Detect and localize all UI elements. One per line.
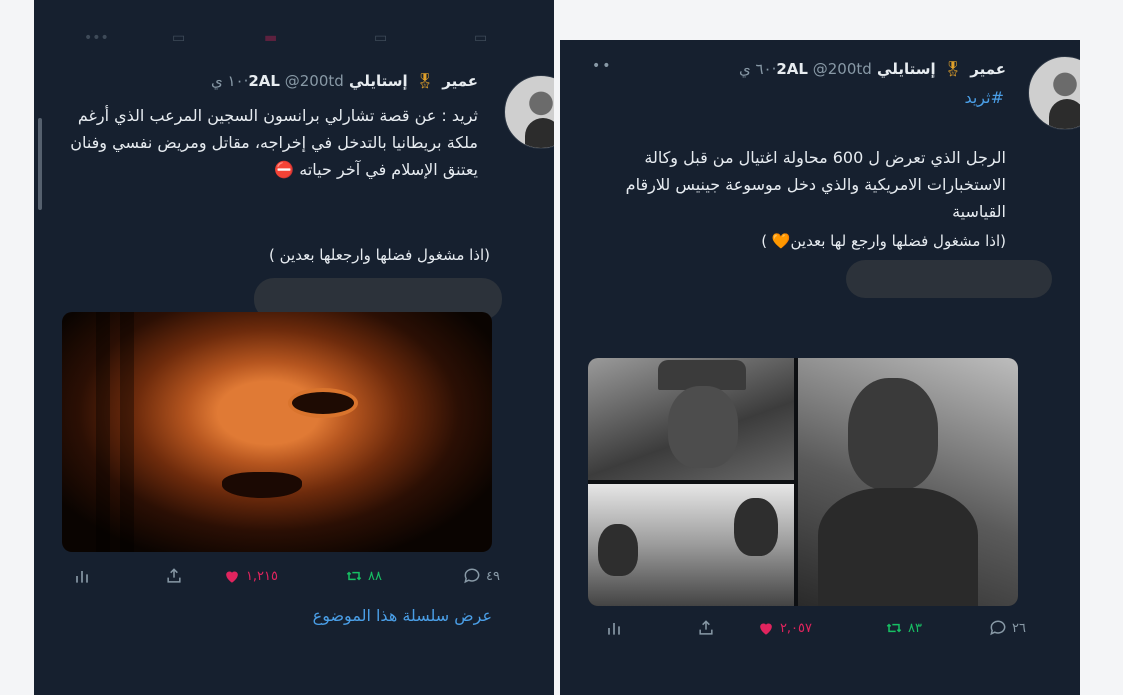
analytics-button[interactable] [72, 566, 92, 586]
reply-count: ٤٩ [486, 568, 500, 584]
photo-body [818, 488, 978, 606]
tweet-card-left[interactable]: ••• ▭ ▬ ▭ ▭ عمير 🎖 إستايلي 2AL @200td·١٠… [34, 0, 554, 695]
like-button[interactable]: ٢,٠٥٧ [756, 618, 812, 638]
like-count: ١,٢١٥ [245, 568, 278, 584]
medal-icon: 🎖 [943, 60, 963, 78]
avatar[interactable] [504, 75, 554, 149]
grid-photo-1[interactable] [588, 358, 794, 480]
ghost-icon-3: ▭ [474, 30, 488, 46]
photo-face [598, 524, 638, 576]
hashtag-link[interactable]: #ثريد [964, 88, 1004, 107]
thread-line [38, 118, 42, 210]
share-icon [167, 568, 181, 583]
heart-icon [760, 623, 772, 635]
timestamp[interactable]: ١٠ ي [211, 72, 244, 90]
analytics-button[interactable] [604, 618, 624, 638]
retweet-count: ٨٣ [908, 620, 922, 636]
reply-button[interactable]: ٤٩ [462, 566, 500, 586]
tweet-header: عمير 🎖 إستايلي 2AL @200td·٦٠ ي [739, 60, 1006, 78]
tweet-header: عمير 🎖 إستايلي 2AL @200td·١٠ ي [211, 72, 478, 90]
tweet-text: الرجل الذي تعرض ل 600 محاولة اغتيال من ق… [625, 148, 1006, 221]
image-mouth [222, 472, 302, 498]
reply-count: ٢٦ [1012, 620, 1026, 636]
display-name[interactable]: عمير [970, 60, 1006, 78]
ghost-icon: ▭ [172, 30, 186, 46]
analytics-icon [76, 571, 88, 583]
tweet-actions: ٢٦ ٨٣ ٢,٠٥٧ [596, 618, 1026, 642]
tweet-subtext: (اذا مشغول فضلها وارجع لها بعدين🧡 ) [761, 232, 1006, 250]
retweet-icon [346, 571, 362, 581]
redacted-area [846, 260, 1052, 298]
grid-photo-2[interactable] [798, 358, 1018, 606]
reply-icon [464, 568, 480, 584]
like-button[interactable]: ١,٢١٥ [222, 566, 278, 586]
retweet-icon [886, 623, 902, 633]
tweet-image[interactable] [62, 312, 492, 552]
avatar[interactable] [1028, 56, 1080, 130]
reply-button[interactable]: ٢٦ [988, 618, 1026, 638]
image-shadow-stripe [120, 312, 134, 552]
heart-icon [226, 571, 238, 583]
retweet-count: ٨٨ [368, 568, 382, 584]
image-eye [292, 392, 354, 414]
like-count: ٢,٠٥٧ [779, 620, 812, 636]
screenshot-collage: ••• ▭ ▬ ▭ ▭ عمير 🎖 إستايلي 2AL @200td·١٠… [0, 0, 1123, 695]
more-dots-icon: ••• [84, 30, 109, 46]
ghost-like-icon: ▬ [264, 30, 278, 46]
tweet-card-right[interactable]: عمير 🎖 إستايلي 2AL @200td·٦٠ ي •• #ثريد … [560, 40, 1080, 695]
tweet-subtext: (اذا مشغول فضلها وارجعلها بعدين ) [269, 246, 490, 264]
reply-icon [990, 620, 1006, 636]
ghost-icon-2: ▭ [374, 30, 388, 46]
analytics-icon [608, 623, 620, 635]
tweet-text: ثريد : عن قصة تشارلي برانسون السجين المر… [70, 106, 478, 179]
handle[interactable]: @200td [285, 72, 344, 90]
previous-tweet-actions-ghost: ••• ▭ ▬ ▭ ▭ [74, 30, 554, 46]
share-icon [699, 620, 713, 635]
photo-face [848, 378, 938, 490]
retweet-button[interactable]: ٨٨ [344, 566, 382, 586]
retweet-button[interactable]: ٨٣ [884, 618, 922, 638]
share-button[interactable] [164, 566, 184, 586]
show-thread-link[interactable]: عرض سلسلة هذا الموضوع [313, 606, 492, 625]
handle[interactable]: @200td [813, 60, 872, 78]
more-dots-icon[interactable]: •• [592, 58, 613, 74]
photo-face [734, 498, 778, 556]
medal-icon: 🎖 [415, 72, 435, 90]
timestamp[interactable]: ٦٠ ي [739, 60, 772, 78]
grid-photo-3[interactable] [588, 484, 794, 606]
photo-face [668, 386, 738, 468]
tweet-image-grid[interactable] [588, 358, 1018, 606]
tweet-actions: ٤٩ ٨٨ ١,٢١٥ [70, 566, 500, 590]
display-name[interactable]: عمير [442, 72, 478, 90]
image-shadow-stripe [96, 312, 110, 552]
share-button[interactable] [696, 618, 716, 638]
